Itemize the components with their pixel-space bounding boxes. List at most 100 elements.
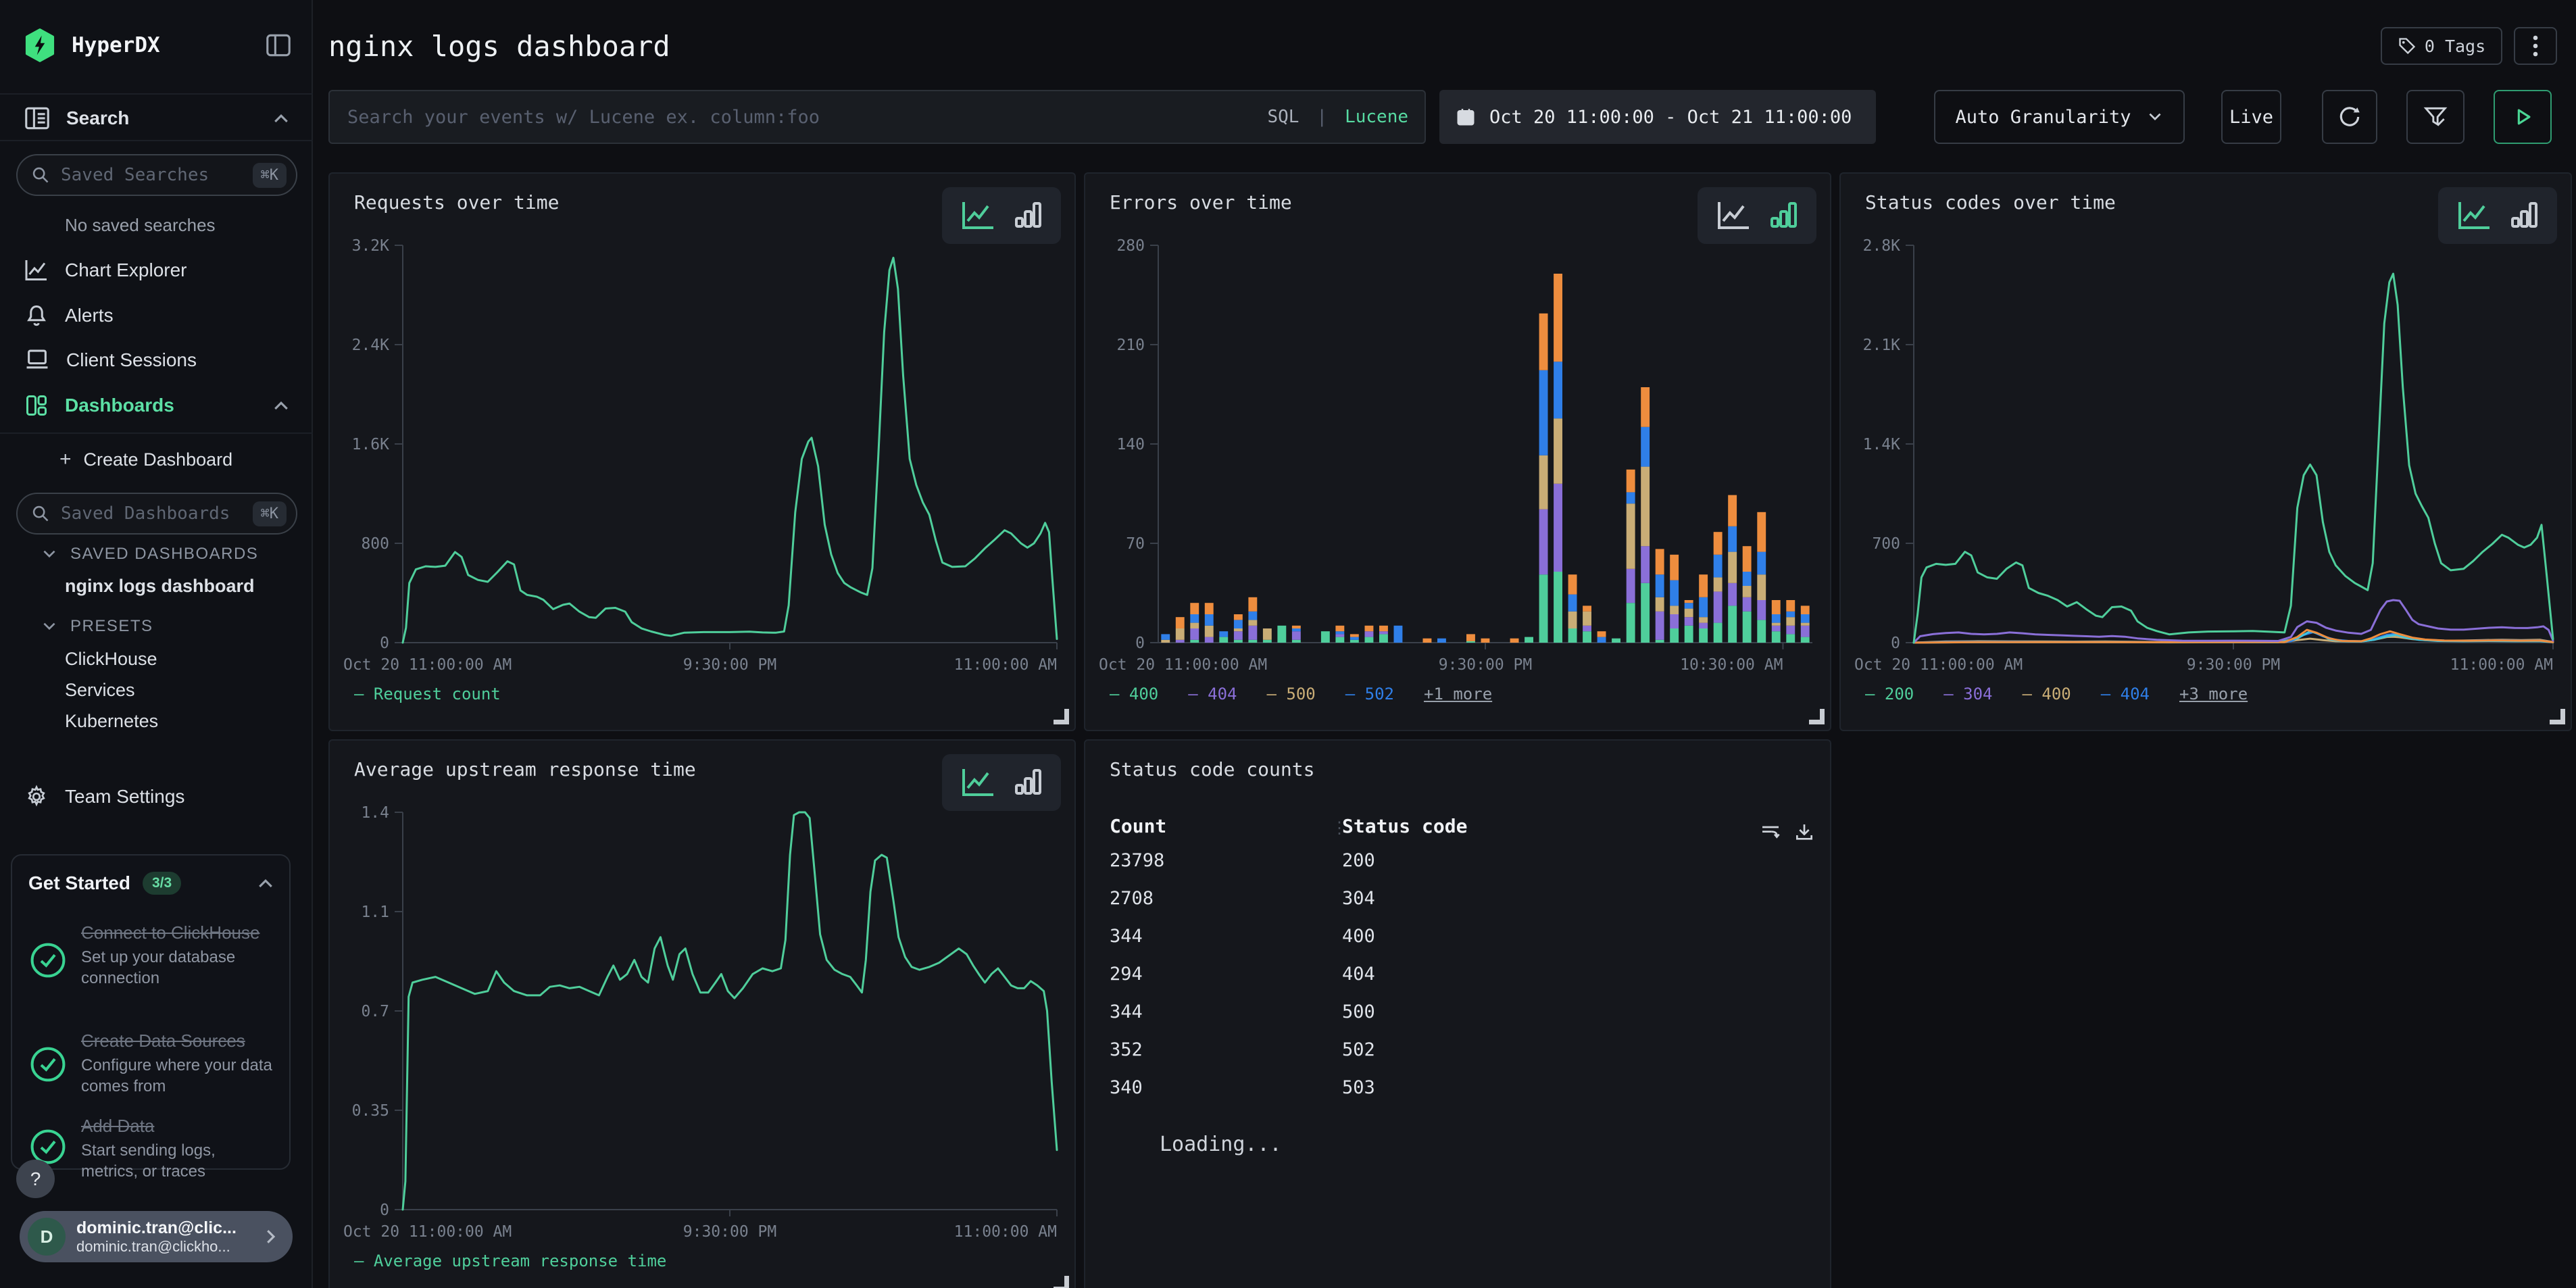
get-started-step[interactable]: Connect to ClickHouse Set up your databa… (28, 922, 274, 989)
help-icon: ? (30, 1168, 41, 1190)
sidebar-preset-kubernetes[interactable]: Kubernetes (65, 711, 158, 732)
svg-text:70: 70 (1126, 535, 1145, 553)
step-title: Create Data Sources (81, 1030, 274, 1052)
chevron-up-icon (271, 111, 291, 126)
legend-more-link[interactable]: +3 more (2179, 685, 2248, 703)
brand-name: HyperDX (72, 33, 249, 57)
event-search-bar[interactable]: SQL | Lucene (328, 90, 1426, 144)
bar-chart-icon[interactable] (1015, 768, 1042, 797)
panel-resize-handle[interactable] (1054, 709, 1069, 724)
svg-text:140: 140 (1116, 436, 1145, 453)
filter-button[interactable] (2406, 90, 2464, 144)
chevron-up-icon[interactable] (255, 876, 276, 891)
dashboard-menu-button[interactable] (2514, 27, 2557, 65)
panel-resize-handle[interactable] (1809, 709, 1825, 724)
sidebar-dashboard-link-active[interactable]: nginx logs dashboard (65, 576, 255, 597)
line-chart-icon[interactable] (961, 201, 996, 230)
sidebar-item-dashboards[interactable]: Dashboards (0, 387, 313, 424)
svg-text:280: 280 (1116, 237, 1145, 255)
step-desc: Set up your database connection (81, 947, 274, 989)
mode-separator: | (1316, 107, 1327, 127)
svg-text:9:30:00 PM: 9:30:00 PM (683, 656, 776, 674)
sidebar-section-search[interactable]: Search (0, 97, 313, 139)
avg-upstream-chart[interactable]: 00.350.71.11.4Oct 20 11:00:00 AM9:30:00 … (341, 803, 1064, 1247)
sidebar-preset-services[interactable]: Services (65, 680, 135, 701)
errors-chart[interactable]: 070140210280Oct 20 11:00:00 AM9:30:00 PM… (1096, 236, 1819, 680)
panel-title: Errors over time (1110, 191, 1292, 214)
no-saved-searches-text: No saved searches (65, 215, 216, 236)
chevron-down-icon (2146, 111, 2164, 123)
app-root: HyperDX Search ⌘K No saved searches (0, 0, 2576, 1288)
plus-icon: + (59, 448, 72, 471)
saved-searches-search[interactable]: ⌘K (16, 154, 297, 196)
saved-dashboards-search[interactable]: ⌘K (16, 493, 297, 535)
search-icon (31, 504, 50, 523)
svg-text:0: 0 (1135, 635, 1145, 652)
saved-dashboards-input[interactable] (59, 503, 243, 524)
user-menu[interactable]: D dominic.tran@clic... dominic.tran@clic… (20, 1211, 293, 1262)
download-icon[interactable] (1793, 822, 1815, 843)
panel-status-code-counts: Status code counts Count ⋮ Status code 2… (1084, 739, 1831, 1288)
sidebar-preset-clickhouse[interactable]: ClickHouse (65, 649, 157, 670)
status-codes-chart[interactable]: 07001.4K2.1K2.8KOct 20 11:00:00 AM9:30:0… (1852, 236, 2560, 680)
legend-item: — 200 (1865, 685, 1914, 703)
bar-chart-icon[interactable] (1015, 201, 1042, 230)
dashboards-icon (24, 393, 49, 418)
bar-chart-icon[interactable] (2511, 201, 2538, 230)
table-row: 344500 (1110, 993, 1806, 1031)
sidebar-item-alerts[interactable]: Alerts (0, 297, 313, 335)
get-started-card: Get Started 3/3 Connect to ClickHouse Se… (11, 854, 291, 1170)
loading-text: Loading... (1160, 1133, 1282, 1156)
gear-icon (24, 785, 49, 809)
create-dashboard-label: Create Dashboard (84, 449, 233, 470)
svg-text:Oct 20 11:00:00 AM: Oct 20 11:00:00 AM (343, 656, 512, 674)
get-started-title: Get Started (28, 872, 130, 894)
sidebar-item-team-settings[interactable]: Team Settings (0, 778, 313, 816)
svg-text:3.2K: 3.2K (352, 237, 390, 255)
status-code-table: 2379820027083043444002944043445003525023… (1110, 842, 1806, 1107)
line-chart-icon[interactable] (2457, 201, 2492, 230)
sidebar-item-client-sessions[interactable]: Client Sessions (0, 341, 313, 379)
saved-searches-input[interactable] (59, 164, 243, 186)
table-options-icon[interactable] (1760, 822, 1781, 843)
svg-text:1.4K: 1.4K (1863, 436, 1901, 453)
panel-resize-handle[interactable] (1054, 1276, 1069, 1288)
get-started-step[interactable]: Add Data Start sending logs, metrics, or… (28, 1115, 274, 1183)
search-section-label: Search (66, 107, 255, 129)
run-query-button[interactable] (2494, 90, 2552, 144)
step-title: Add Data (81, 1115, 274, 1137)
granularity-select[interactable]: Auto Granularity (1934, 90, 2185, 144)
tags-button[interactable]: 0 Tags (2381, 27, 2502, 65)
shortcut-badge: ⌘K (253, 501, 287, 526)
sql-mode-label[interactable]: SQL (1267, 107, 1299, 127)
presets-heading[interactable]: PRESETS (41, 617, 153, 636)
line-chart-icon[interactable] (1716, 201, 1752, 230)
refresh-button[interactable] (2322, 90, 2377, 144)
user-email: dominic.tran@clickho... (76, 1238, 251, 1256)
help-button[interactable]: ? (16, 1160, 55, 1198)
legend-item: — 304 (1943, 685, 1992, 703)
table-row: 23798200 (1110, 842, 1806, 880)
lucene-mode-label[interactable]: Lucene (1345, 107, 1408, 127)
get-started-step[interactable]: Create Data Sources Configure where your… (28, 1030, 274, 1097)
bar-chart-icon[interactable] (1770, 201, 1798, 230)
line-chart-icon[interactable] (961, 768, 996, 797)
event-search-input[interactable] (346, 106, 1256, 128)
saved-dashboards-heading[interactable]: SAVED DASHBOARDS (41, 545, 258, 564)
column-header-status-code[interactable]: Status code (1342, 815, 1467, 837)
create-dashboard-button[interactable]: + Create Dashboard (0, 441, 313, 478)
user-name: dominic.tran@clic... (76, 1218, 251, 1238)
live-button[interactable]: Live (2221, 90, 2281, 144)
sidebar-item-chart-explorer[interactable]: Chart Explorer (0, 251, 313, 289)
panel-resize-handle[interactable] (2550, 709, 2565, 724)
table-row: 294404 (1110, 956, 1806, 993)
legend-item: — Average upstream response time (354, 1252, 666, 1270)
column-header-count[interactable]: Count (1110, 815, 1166, 837)
requests-chart[interactable]: 08001.6K2.4K3.2KOct 20 11:00:00 AM9:30:0… (341, 236, 1064, 680)
table-row: 344400 (1110, 918, 1806, 956)
legend-more-link[interactable]: +1 more (1424, 685, 1492, 703)
date-range-picker[interactable]: Oct 20 11:00:00 - Oct 21 11:00:00 (1439, 90, 1876, 144)
sidebar-collapse-icon[interactable] (266, 34, 291, 57)
panel-requests-over-time: Requests over time 08001.6K2.4K3.2KOct 2… (328, 172, 1076, 731)
tags-label: 0 Tags (2425, 36, 2485, 56)
